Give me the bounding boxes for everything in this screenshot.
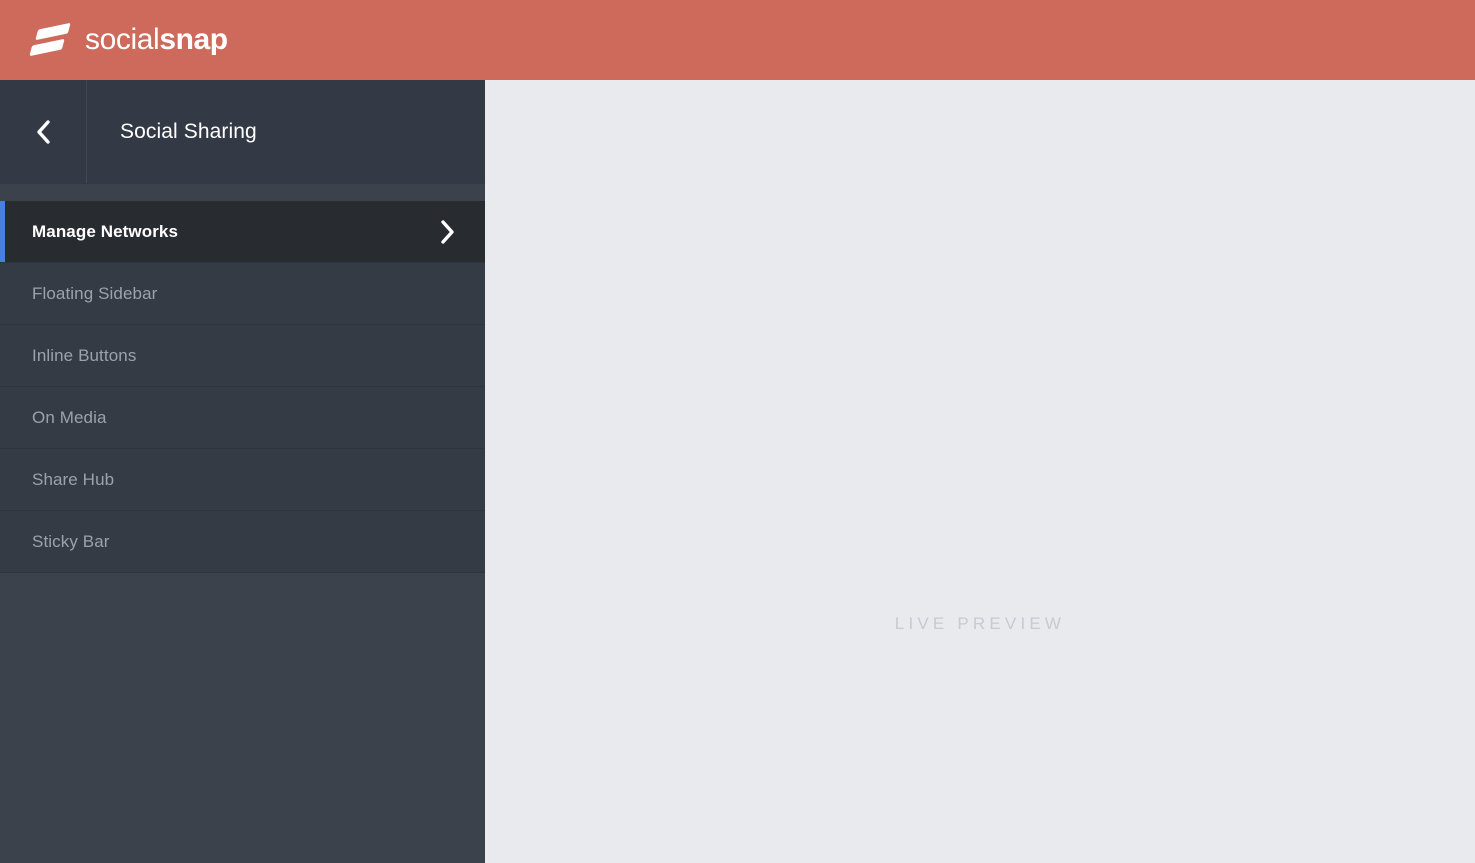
header-divider	[86, 80, 87, 183]
panel-header: Social Sharing	[0, 80, 485, 183]
sidebar-item-label: Share Hub	[32, 469, 115, 489]
page-title: Social Sharing	[120, 120, 257, 143]
chevron-left-icon	[34, 118, 52, 146]
sidebar-item-on-media[interactable]: On Media	[0, 387, 485, 449]
sidebar-item-floating-sidebar[interactable]: Floating Sidebar	[0, 263, 485, 325]
sidebar-item-manage-networks[interactable]: Manage Networks	[0, 201, 485, 263]
active-accent-bar	[0, 201, 5, 262]
customizer-app: socialsnap Social Sharing Manage Network…	[0, 0, 1475, 863]
socialsnap-logo[interactable]: socialsnap	[29, 22, 228, 57]
brand-wordmark: socialsnap	[85, 25, 228, 55]
settings-sidebar: Social Sharing Manage Networks Floating …	[0, 80, 485, 863]
live-preview-placeholder: Live Preview	[894, 614, 1066, 633]
settings-nav-list: Manage Networks Floating Sidebar Inline …	[0, 201, 485, 573]
sidebar-item-label: Floating Sidebar	[32, 283, 158, 303]
brand-header-bar: socialsnap	[0, 0, 1475, 80]
nav-top-spacer	[0, 183, 485, 201]
sidebar-item-label: Sticky Bar	[32, 531, 110, 551]
sidebar-item-share-hub[interactable]: Share Hub	[0, 449, 485, 511]
brand-name-light: social	[85, 23, 160, 56]
sidebar-item-sticky-bar[interactable]: Sticky Bar	[0, 511, 485, 573]
live-preview-pane: Live Preview	[485, 80, 1475, 863]
back-button[interactable]	[0, 80, 86, 183]
sidebar-item-label: Manage Networks	[32, 221, 179, 241]
socialsnap-layers-icon	[29, 22, 72, 57]
brand-name-bold: snap	[159, 23, 228, 56]
sidebar-item-label: On Media	[32, 407, 107, 427]
chevron-right-icon	[439, 219, 455, 245]
sidebar-item-label: Inline Buttons	[32, 345, 137, 365]
sidebar-item-inline-buttons[interactable]: Inline Buttons	[0, 325, 485, 387]
